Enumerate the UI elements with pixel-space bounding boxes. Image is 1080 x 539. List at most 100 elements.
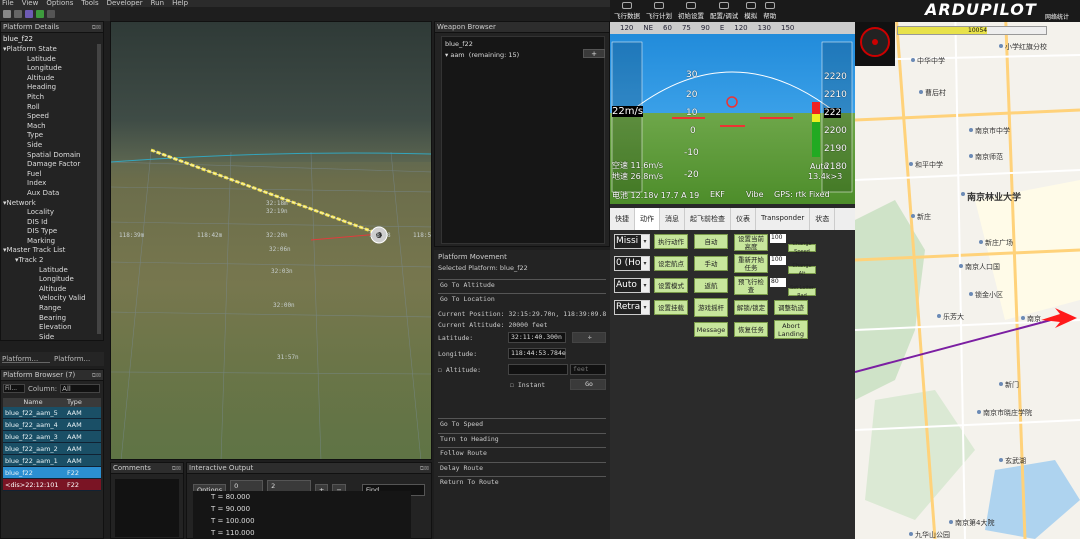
- tree-item[interactable]: Fuel: [3, 170, 103, 180]
- step-icon[interactable]: [14, 10, 22, 18]
- menu-developer[interactable]: Developer: [107, 0, 143, 7]
- waypoint-select[interactable]: 0 (Ho ▾: [614, 256, 650, 271]
- map-poi-icon[interactable]: [1021, 316, 1025, 320]
- mp-tab[interactable]: 动作: [635, 208, 660, 230]
- table-row[interactable]: blue_f22_aam_5 AAM: [3, 407, 101, 419]
- movement-section[interactable]: Return To Route: [438, 476, 606, 487]
- menu-options[interactable]: Options: [46, 0, 73, 7]
- menu-file[interactable]: File: [2, 0, 14, 7]
- panel-close-icon[interactable]: ⧉⊠: [92, 22, 101, 33]
- 3d-map-view[interactable]: 118:39m 118:42m 32:18m 32:19n 32:20n 32:…: [110, 21, 432, 460]
- table-row[interactable]: blue_f22_aam_2 AAM: [3, 443, 101, 455]
- set-loiter-button[interactable]: Set Loiter Rad: [788, 285, 816, 299]
- map-poi-icon[interactable]: [969, 154, 973, 158]
- table-row[interactable]: blue_f22 F22: [3, 467, 101, 479]
- mp-menu-button[interactable]: 配置/调试: [710, 2, 738, 20]
- tree-item[interactable]: Range: [3, 304, 103, 314]
- mp-tab[interactable]: Transponder: [756, 208, 811, 230]
- column-select[interactable]: All: [60, 384, 101, 393]
- map-place-label[interactable]: 乐芳大: [943, 312, 964, 322]
- altitude-field[interactable]: [508, 364, 568, 375]
- map-place-label[interactable]: 新庄: [917, 212, 931, 222]
- map-poi-icon[interactable]: [969, 128, 973, 132]
- tree-item[interactable]: Side: [3, 141, 103, 151]
- tree-item[interactable]: ▾Platform State: [3, 45, 103, 55]
- mission-select[interactable]: Missi ▾: [614, 234, 650, 249]
- tree-item[interactable]: ▾Master Track List: [3, 246, 103, 256]
- ekf-status[interactable]: EKF: [710, 190, 725, 199]
- tree-item[interactable]: Marking: [3, 237, 103, 247]
- map-place-label[interactable]: 新庄广场: [985, 238, 1013, 248]
- instant-checkbox[interactable]: ☐ Instant: [510, 381, 545, 389]
- mp-menu-button[interactable]: 模拟: [744, 2, 757, 20]
- panel-close-icon[interactable]: ⧉⊠: [420, 463, 429, 474]
- tree-item[interactable]: Longitude: [3, 275, 103, 285]
- map-poi-icon[interactable]: [999, 44, 1003, 48]
- tree-item[interactable]: ▾Track 2: [3, 256, 103, 266]
- altitude-checkbox[interactable]: ☐ Altitude:: [438, 366, 481, 374]
- map-place-label[interactable]: 锁金小区: [975, 290, 1003, 300]
- map-place-label[interactable]: 九华山公园: [915, 530, 950, 539]
- table-row[interactable]: blue_f22_aam_4 AAM: [3, 419, 101, 431]
- run-icon[interactable]: [3, 10, 11, 18]
- map-place-label[interactable]: 小学红旗分校: [1005, 42, 1047, 52]
- go-button[interactable]: Go: [570, 379, 606, 390]
- speed-stepper[interactable]: 100: [770, 234, 786, 243]
- map-place-label[interactable]: 南京: [1027, 314, 1041, 324]
- map-poi-icon[interactable]: [999, 458, 1003, 462]
- tree-item[interactable]: ▾Network: [3, 199, 103, 209]
- map-place-label[interactable]: 玄武湖: [1005, 456, 1026, 466]
- go-to-location-section[interactable]: Go To Location: [438, 293, 606, 304]
- platform-state-tree[interactable]: ▾Platform State Latitude Longitude Altitude…: [1, 43, 103, 342]
- vibe-status[interactable]: Vibe: [746, 190, 764, 199]
- set-mode-button[interactable]: 设置模式: [654, 278, 688, 293]
- network-stats-link[interactable]: 网络统计: [1045, 12, 1069, 21]
- longitude-field[interactable]: 118:44:53.784e: [508, 348, 566, 359]
- alt-stepper[interactable]: 100: [770, 256, 786, 265]
- mp-tab[interactable]: 仪表: [731, 208, 756, 230]
- comments-box[interactable]: [115, 479, 179, 537]
- menu-view[interactable]: View: [22, 0, 39, 7]
- set-mount-button[interactable]: 设置当前高度: [734, 234, 768, 251]
- tab-platform-2[interactable]: Platform...: [54, 355, 90, 363]
- panel-close-icon[interactable]: ⧉⊠: [172, 463, 181, 474]
- rtl-button[interactable]: 返航: [694, 278, 728, 293]
- map-view[interactable]: ARDUPILOT 网络统计 10054 小学红旗分校 中华中学 曹后村 南京市中学和…: [855, 0, 1080, 539]
- table-row[interactable]: blue_f22_aam_3 AAM: [3, 431, 101, 443]
- restart-mission-button[interactable]: 重新开始任务: [734, 254, 768, 273]
- tree-item[interactable]: Damage Factor: [3, 160, 103, 170]
- tree-item[interactable]: Altitude: [3, 74, 103, 84]
- movement-section[interactable]: Turn to Heading: [438, 432, 606, 444]
- menu-tools[interactable]: Tools: [81, 0, 98, 7]
- add-weapon-button[interactable]: +: [583, 49, 605, 58]
- adjust-route-button[interactable]: 调整轨迹: [774, 300, 808, 315]
- menu-help[interactable]: Help: [172, 0, 188, 7]
- mp-menu-button[interactable]: 帮助: [763, 2, 776, 20]
- mp-tab[interactable]: 起飞前检查: [685, 208, 731, 230]
- pause-icon[interactable]: [25, 10, 33, 18]
- mp-menu-button[interactable]: 飞行计划: [646, 2, 672, 20]
- arm-disarm-button[interactable]: 解锁/锁定: [734, 300, 768, 315]
- mp-tab[interactable]: 快捷: [610, 208, 635, 230]
- tree-item[interactable]: Altitude: [3, 285, 103, 295]
- go-to-altitude-section[interactable]: Go To Altitude: [438, 279, 606, 290]
- tree-item[interactable]: Pitch: [3, 93, 103, 103]
- movement-section[interactable]: Go To Speed: [438, 418, 606, 429]
- tree-item[interactable]: Latitude: [3, 55, 103, 65]
- manual-button[interactable]: 手动: [694, 256, 728, 271]
- tab-platform-details[interactable]: Platform...: [2, 355, 50, 363]
- mode-select[interactable]: Auto ▾: [614, 278, 650, 293]
- map-place-label[interactable]: 和平中学: [915, 160, 943, 170]
- mount-select[interactable]: Retra ▾: [614, 300, 650, 315]
- tree-item[interactable]: Speed: [3, 112, 103, 122]
- map-place-label[interactable]: 南京林业大学: [967, 190, 1021, 203]
- set-home-button[interactable]: 设置挂载: [654, 300, 688, 315]
- table-row[interactable]: <dis>22:12:101 F22: [3, 479, 101, 491]
- tree-item[interactable]: Locality: [3, 208, 103, 218]
- map-poi-icon[interactable]: [999, 382, 1003, 386]
- tree-item[interactable]: Elevation: [3, 323, 103, 333]
- set-waypoint-button[interactable]: 设定航点: [654, 256, 688, 271]
- map-place-label[interactable]: 南京市晓庄学院: [983, 408, 1032, 418]
- map-poi-icon[interactable]: [937, 314, 941, 318]
- map-place-label[interactable]: 南京师范: [975, 152, 1003, 162]
